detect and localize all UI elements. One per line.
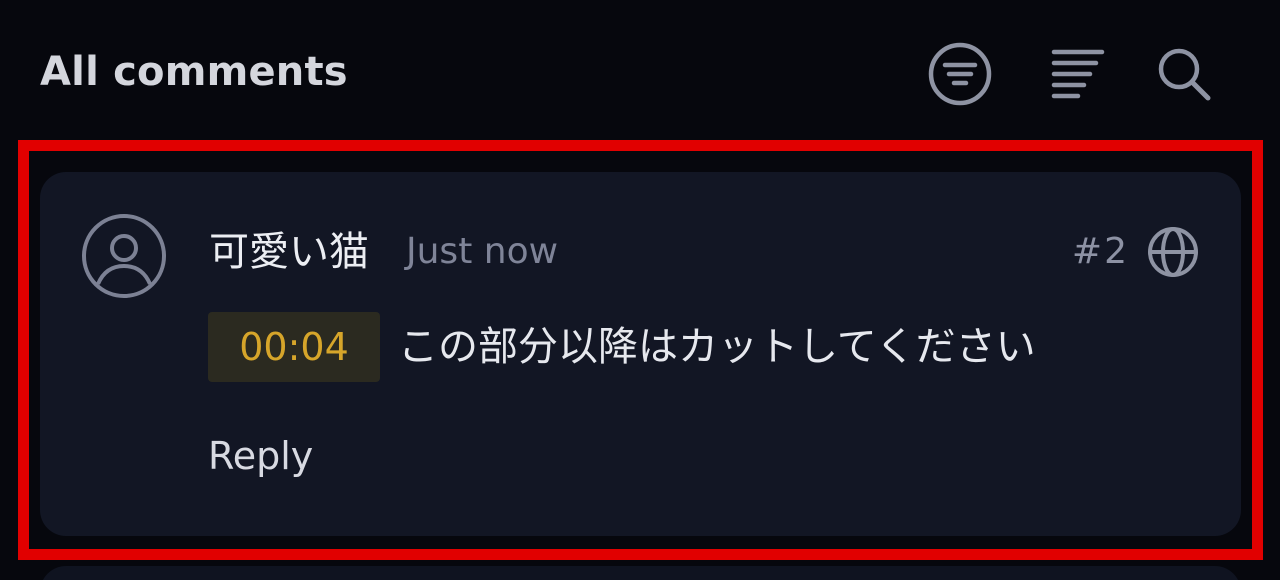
filter-circle-icon[interactable] (926, 40, 994, 108)
comments-header: All comments (0, 0, 1280, 140)
search-icon[interactable] (1150, 40, 1218, 108)
next-comment-card (40, 566, 1241, 580)
page-title: All comments (40, 49, 348, 95)
comments-panel: All comments 可愛い猫 Just now #2 00:04 この部分… (0, 0, 1280, 580)
highlight-frame (18, 140, 1263, 560)
sort-lines-icon[interactable] (1042, 40, 1110, 108)
